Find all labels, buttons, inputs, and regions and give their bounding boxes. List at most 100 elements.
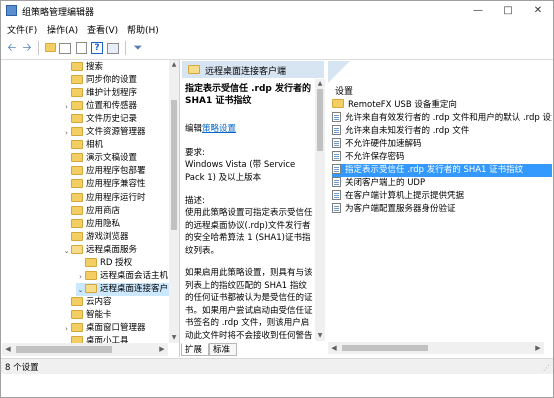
tab-standard[interactable]: 标准	[209, 343, 237, 356]
tree-item-label: 同步你的设置	[86, 75, 138, 86]
policy-title: 指定表示受信任 .rdp 发行者的 SHA1 证书指纹	[185, 84, 312, 106]
minimize-icon[interactable]: —	[463, 1, 493, 21]
setting-label: 不允许硬件加速解码	[345, 139, 422, 149]
resize-grip-icon[interactable]: ⋰	[543, 364, 550, 372]
policy-setting-row[interactable]: 允许来自未知发行者的 .rdp 文件	[332, 125, 552, 138]
scroll-right-icon[interactable]: ▶	[532, 342, 544, 354]
folder-icon	[71, 127, 83, 137]
help-icon[interactable]: ?	[91, 42, 103, 54]
policy-setting-row[interactable]: 允许来自有效发行者的 .rdp 文件和用户的默认 .rdp 设置	[332, 112, 552, 125]
up-folder-icon[interactable]	[43, 41, 57, 55]
tree-item[interactable]: 智能卡	[62, 309, 112, 322]
edit-policy-line: 编辑策略设置	[185, 123, 314, 136]
tree-item-label: 云内容	[86, 296, 112, 307]
setting-label: RemoteFX USB 设备重定向	[348, 100, 457, 110]
expand-chevron-icon[interactable]: ⌄	[76, 284, 85, 297]
expand-chevron-icon[interactable]: ›	[76, 271, 85, 284]
settings-column-header[interactable]: 设置	[335, 84, 353, 97]
tree-item[interactable]: ⌄ 远程桌面连接客户	[76, 282, 179, 297]
tree-item[interactable]: › 远程桌面会话主机	[76, 270, 168, 283]
show-hide-tree-icon[interactable]	[59, 43, 71, 54]
tree-item[interactable]: 同步你的设置	[62, 74, 137, 87]
scroll-thumb[interactable]	[171, 100, 177, 230]
tree-horizontal-scrollbar[interactable]: ◀ ▶	[2, 343, 168, 356]
expand-chevron-icon[interactable]: ⌄	[62, 245, 71, 258]
status-bar: 8 个设置 ⋰	[1, 358, 553, 374]
menu-view[interactable]: 查看(V)	[87, 23, 118, 36]
app-window: 组策略管理编辑器 — □ ✕ 文件(F) 操作(A) 查看(V) 帮助(H) 🡠…	[0, 0, 554, 398]
forward-arrow-icon[interactable]: 🡢	[20, 41, 34, 55]
folder-icon	[71, 218, 83, 228]
back-arrow-icon[interactable]: 🡠	[5, 41, 19, 55]
tree-item-label: 远程桌面服务	[86, 244, 138, 255]
filter-icon[interactable]: ⏷	[131, 41, 145, 55]
expand-chevron-icon[interactable]: ›	[62, 127, 71, 140]
tree-item[interactable]: 应用程序包部署	[62, 165, 146, 178]
list-horizontal-scrollbar[interactable]: ◀ ▶	[328, 342, 544, 354]
tree-item[interactable]: 应用隐私	[62, 218, 120, 231]
folder-icon	[71, 153, 83, 163]
expand-chevron-icon[interactable]: ›	[62, 323, 71, 336]
menu-action[interactable]: 操作(A)	[47, 23, 78, 36]
scroll-thumb[interactable]	[16, 346, 112, 353]
scroll-up-icon[interactable]: ▲	[315, 79, 325, 89]
folder-icon	[85, 257, 97, 267]
folder-icon	[71, 205, 83, 215]
toolbar-separator	[38, 41, 39, 55]
tree-item[interactable]: 应用程序运行时	[62, 192, 146, 205]
scroll-thumb[interactable]	[342, 345, 428, 351]
export-list-icon[interactable]	[76, 42, 87, 54]
setting-label: 关闭客户端上的 UDP	[345, 178, 426, 188]
edit-policy-link[interactable]: 策略设置	[202, 124, 236, 134]
settings-folder-row[interactable]: RemoteFX USB 设备重定向	[332, 99, 552, 112]
tree-item[interactable]: 演示文稿设置	[62, 152, 137, 165]
tree-item[interactable]: 游戏浏览器	[62, 231, 129, 244]
tree-item-label: 桌面窗口管理器	[86, 323, 146, 333]
policy-setting-icon	[332, 151, 341, 161]
tree-vertical-scrollbar[interactable]: ▲ ▼	[169, 60, 179, 343]
tree-item[interactable]: 应用程序兼容性	[62, 178, 146, 191]
tree-item[interactable]: 相机	[62, 139, 103, 152]
tree-item[interactable]: › 桌面窗口管理器	[62, 322, 146, 335]
policy-setting-row[interactable]: 在客户端计算机上提示提供凭据	[332, 190, 552, 203]
tree-item[interactable]: 云内容	[62, 296, 112, 309]
edit-label: 编辑	[185, 124, 203, 134]
description-scrollbar[interactable]: ▲ ▼	[315, 79, 325, 341]
tree-item[interactable]: › 文件资源管理器	[62, 126, 146, 139]
policy-setting-row[interactable]: 关闭客户端上的 UDP	[332, 177, 552, 190]
menu-help[interactable]: 帮助(H)	[127, 23, 159, 36]
scroll-right-icon[interactable]: ▶	[156, 343, 168, 356]
description-para-1: 使用此策略设置可指定表示受信任的远程桌面协议(.rdp)文件发行者的安全哈希算法…	[185, 208, 313, 256]
gpedit-app-icon	[6, 5, 17, 16]
tree-item[interactable]: 维护计划程序	[62, 87, 137, 100]
tree-item-label: 远程桌面会话主机	[100, 270, 169, 281]
tree-item[interactable]: ⌄ 远程桌面服务	[62, 244, 137, 257]
policy-setting-row[interactable]: 不允许硬件加速解码	[332, 138, 552, 151]
tree-item[interactable]: 应用商店	[62, 205, 120, 218]
tree-item[interactable]: › 位置和传感器	[62, 100, 137, 113]
scroll-up-icon[interactable]: ▲	[169, 60, 179, 70]
scroll-down-icon[interactable]: ▼	[315, 331, 325, 341]
close-icon[interactable]: ✕	[523, 1, 553, 21]
expand-chevron-icon[interactable]: ›	[62, 101, 71, 114]
tree-item[interactable]: 搜索	[62, 61, 103, 74]
scroll-left-icon[interactable]: ◀	[328, 342, 340, 354]
tree-item[interactable]: 文件历史记录	[62, 113, 137, 126]
policy-setting-row[interactable]: 指定表示受信任 .rdp 发行者的 SHA1 证书指纹	[332, 164, 552, 177]
menu-file[interactable]: 文件(F)	[7, 23, 37, 36]
toolbar-separator	[125, 41, 126, 55]
properties-icon[interactable]	[107, 43, 119, 54]
folder-icon	[71, 231, 83, 241]
scroll-left-icon[interactable]: ◀	[2, 343, 14, 356]
tab-extended[interactable]: 扩展	[181, 343, 209, 356]
maximize-icon[interactable]: □	[493, 1, 523, 21]
scroll-down-icon[interactable]: ▼	[169, 333, 179, 343]
folder-icon	[71, 179, 83, 189]
tree-item-label: 位置和传感器	[86, 101, 138, 112]
policy-setting-row[interactable]: 不允许保存密码	[332, 151, 552, 164]
tree-item[interactable]: RD 授权	[76, 257, 132, 270]
tree-item-label: 游戏浏览器	[86, 231, 129, 242]
scroll-thumb[interactable]	[317, 89, 323, 151]
tree-item-label: 应用程序兼容性	[86, 179, 146, 190]
policy-setting-row[interactable]: 为客户端配置服务器身份验证	[332, 203, 552, 216]
